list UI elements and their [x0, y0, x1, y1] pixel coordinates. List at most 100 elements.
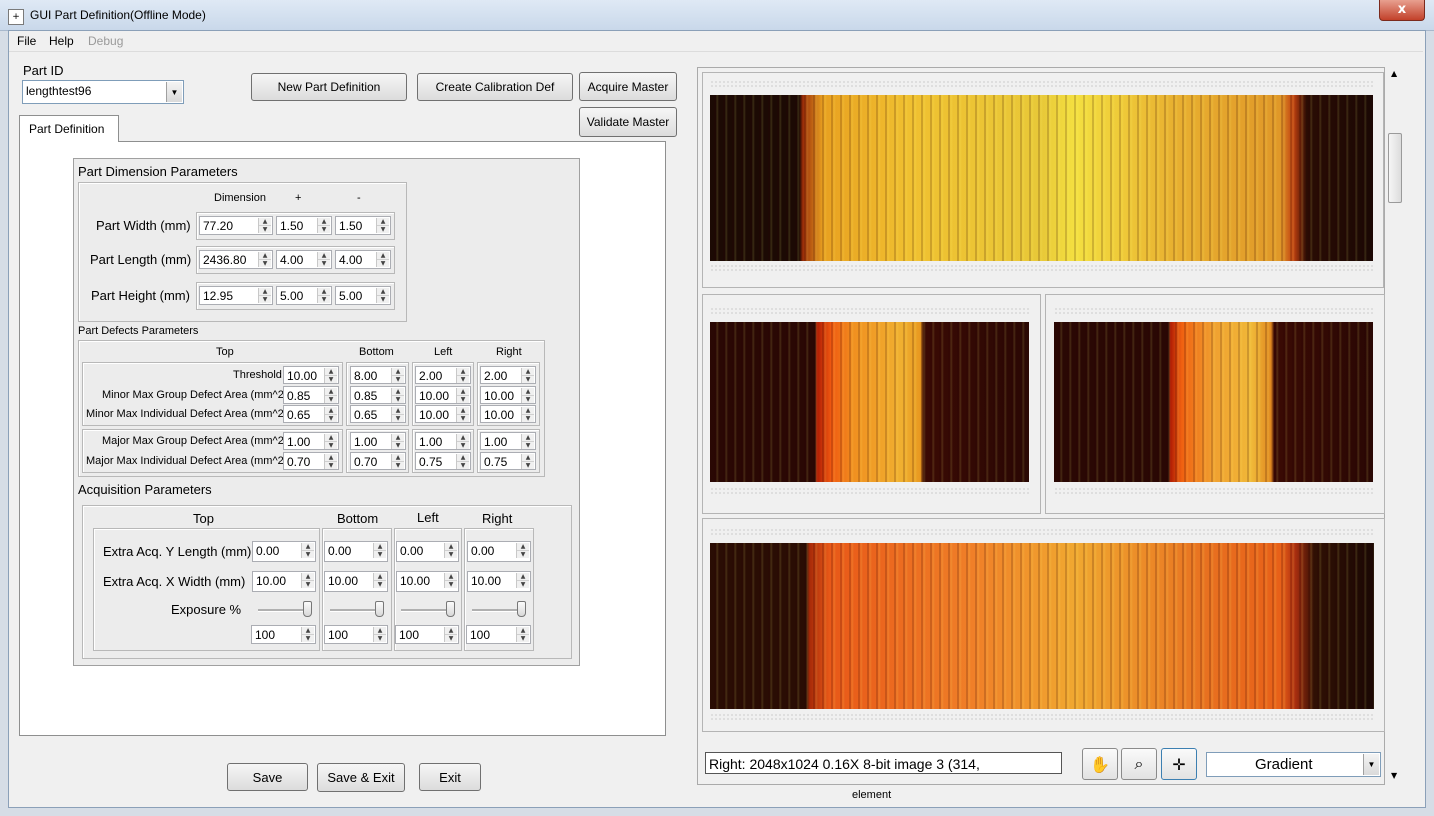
minor-group-right-input[interactable]: 10.00 ▲ ▼: [480, 386, 536, 404]
viewer-scrollbar[interactable]: ▲ ▼: [1387, 67, 1404, 785]
part-length-dimension-input[interactable]: 2436.80 ▲ ▼: [199, 250, 273, 269]
right-camera-image[interactable]: [1054, 322, 1373, 482]
colormap-value: Gradient: [1255, 756, 1313, 773]
minor-group-bottom-input[interactable]: 0.85 ▲ ▼: [350, 386, 406, 404]
acquire-master-button[interactable]: Acquire Master: [579, 72, 677, 101]
exposure-top-slider-thumb[interactable]: [303, 601, 312, 617]
colormap-select[interactable]: Gradient ▼: [1206, 752, 1381, 777]
image-status-text: Right: 2048x1024 0.16X 8-bit image 3 (31…: [709, 756, 980, 772]
extra-y-left-input[interactable]: 0.00 ▲ ▼: [396, 541, 459, 562]
extra-y-right-input[interactable]: 0.00 ▲ ▼: [467, 541, 531, 562]
threshold-top-input[interactable]: 10.00 ▲ ▼: [283, 366, 339, 384]
bottom-image-border: [710, 713, 1374, 721]
close-button[interactable]: x: [1379, 0, 1425, 21]
part-length-plus-input[interactable]: 4.00 ▲ ▼: [276, 250, 332, 269]
part-id-combobox[interactable]: lengthtest96 ▼: [22, 80, 184, 104]
bottom-camera-image[interactable]: [710, 543, 1374, 709]
minor-group-defect-label: Minor Max Group Defect Area (mm^2): [102, 389, 288, 401]
major-group-top-input[interactable]: 1.00 ▲ ▼: [283, 432, 339, 450]
menu-file[interactable]: File: [17, 34, 36, 48]
exposure-right-input[interactable]: 100 ▲ ▼: [466, 625, 531, 644]
left-image-border: [710, 307, 1029, 315]
part-width-label: Part Width (mm): [96, 218, 191, 233]
chevron-down-icon[interactable]: ▼: [1363, 754, 1379, 775]
validate-master-button[interactable]: Validate Master: [579, 107, 677, 137]
scroll-up-icon[interactable]: ▲: [1391, 69, 1397, 78]
minor-individual-top-input[interactable]: 0.65 ▲ ▼: [283, 405, 339, 423]
minor-individual-right-input[interactable]: 10.00 ▲ ▼: [480, 405, 536, 423]
minor-individual-bottom-input[interactable]: 0.65 ▲ ▼: [350, 405, 406, 423]
scrollbar-thumb[interactable]: [1388, 133, 1402, 203]
move-crosshair-icon[interactable]: ✛: [1161, 748, 1197, 780]
acq-header-top: Top: [193, 511, 214, 526]
threshold-right-input[interactable]: 2.00 ▲ ▼: [480, 366, 536, 384]
tab-label: Part Definition: [29, 122, 105, 136]
extra-x-left-input[interactable]: 10.00 ▲ ▼: [396, 571, 459, 592]
major-individual-right-input[interactable]: 0.75 ▲ ▼: [480, 452, 536, 470]
part-height-plus-input[interactable]: 5.00 ▲ ▼: [276, 286, 332, 305]
defects-header-bottom: Bottom: [359, 346, 394, 358]
menu-help[interactable]: Help: [49, 34, 74, 48]
chevron-down-icon[interactable]: ▼: [166, 82, 182, 102]
major-group-bottom-input[interactable]: 1.00 ▲ ▼: [350, 432, 406, 450]
save-button[interactable]: Save: [227, 763, 308, 791]
exposure-right-slider-thumb[interactable]: [517, 601, 526, 617]
menu-debug[interactable]: Debug: [88, 34, 123, 48]
extra-x-right-input[interactable]: 10.00 ▲ ▼: [467, 571, 531, 592]
new-part-definition-button[interactable]: New Part Definition: [251, 73, 407, 101]
major-individual-left-input[interactable]: 0.75 ▲ ▼: [415, 452, 471, 470]
threshold-left-input[interactable]: 2.00 ▲ ▼: [415, 366, 471, 384]
major-individual-defect-label: Major Max Individual Defect Area (mm^2): [86, 455, 288, 467]
threshold-label: Threshold: [233, 369, 282, 381]
minor-individual-left-input[interactable]: 10.00 ▲ ▼: [415, 405, 471, 423]
part-width-plus-input[interactable]: 1.50 ▲ ▼: [276, 216, 332, 235]
part-id-label: Part ID: [23, 63, 64, 78]
exposure-bottom-input[interactable]: 100 ▲ ▼: [324, 625, 388, 644]
major-individual-bottom-input[interactable]: 0.70 ▲ ▼: [350, 452, 406, 470]
image-status-field: Right: 2048x1024 0.16X 8-bit image 3 (31…: [705, 752, 1062, 774]
part-height-dimension-input[interactable]: 12.95 ▲ ▼: [199, 286, 273, 305]
scroll-down-icon[interactable]: ▼: [1391, 771, 1397, 780]
major-individual-top-input[interactable]: 0.70 ▲ ▼: [283, 452, 339, 470]
save-exit-button[interactable]: Save & Exit: [317, 763, 405, 792]
extra-y-bottom-input[interactable]: 0.00 ▲ ▼: [324, 541, 388, 562]
minor-group-left-input[interactable]: 10.00 ▲ ▼: [415, 386, 471, 404]
extra-y-length-label: Extra Acq. Y Length (mm): [103, 544, 252, 559]
exposure-bottom-slider-thumb[interactable]: [375, 601, 384, 617]
element-label: element: [852, 789, 892, 801]
major-group-left-input[interactable]: 1.00 ▲ ▼: [415, 432, 471, 450]
part-length-minus-input[interactable]: 4.00 ▲ ▼: [335, 250, 391, 269]
part-height-label: Part Height (mm): [91, 288, 190, 303]
major-group-defect-label: Major Max Group Defect Area (mm^2): [102, 435, 288, 447]
exit-button[interactable]: Exit: [419, 763, 481, 791]
extra-x-bottom-input[interactable]: 10.00 ▲ ▼: [324, 571, 388, 592]
exposure-left-input[interactable]: 100 ▲ ▼: [395, 625, 459, 644]
title-bar: [0, 0, 1434, 31]
threshold-bottom-input[interactable]: 8.00 ▲ ▼: [350, 366, 406, 384]
dimension-section-title: Part Dimension Parameters: [78, 164, 238, 179]
extra-y-top-input[interactable]: 0.00 ▲ ▼: [252, 541, 316, 562]
create-calibration-def-button[interactable]: Create Calibration Def: [417, 73, 573, 101]
part-width-dimension-input[interactable]: 77.20 ▲ ▼: [199, 216, 273, 235]
dimension-header-plus: +: [295, 192, 302, 204]
pan-hand-icon[interactable]: ✋: [1082, 748, 1118, 780]
top-camera-image[interactable]: [710, 95, 1373, 261]
top-image-border: [710, 264, 1374, 272]
left-camera-image[interactable]: [710, 322, 1029, 482]
part-width-minus-input[interactable]: 1.50 ▲ ▼: [335, 216, 391, 235]
major-group-right-input[interactable]: 1.00 ▲ ▼: [480, 432, 536, 450]
acquisition-section-title: Acquisition Parameters: [78, 482, 212, 497]
minor-group-top-input[interactable]: 0.85 ▲ ▼: [283, 386, 339, 404]
tab-part-definition[interactable]: Part Definition: [19, 115, 119, 142]
exposure-left-slider-thumb[interactable]: [446, 601, 455, 617]
window-title: GUI Part Definition(Offline Mode): [30, 8, 206, 22]
app-icon[interactable]: +: [8, 9, 24, 25]
acq-header-bottom: Bottom: [337, 511, 379, 526]
part-height-minus-input[interactable]: 5.00 ▲ ▼: [335, 286, 391, 305]
exposure-top-input[interactable]: 100 ▲ ▼: [251, 625, 316, 644]
zoom-icon[interactable]: ⌕: [1121, 748, 1157, 780]
defects-header-top: Top: [216, 346, 234, 358]
defects-header-left: Left: [434, 346, 453, 358]
left-image-border: [710, 487, 1029, 495]
extra-x-top-input[interactable]: 10.00 ▲ ▼: [252, 571, 316, 592]
